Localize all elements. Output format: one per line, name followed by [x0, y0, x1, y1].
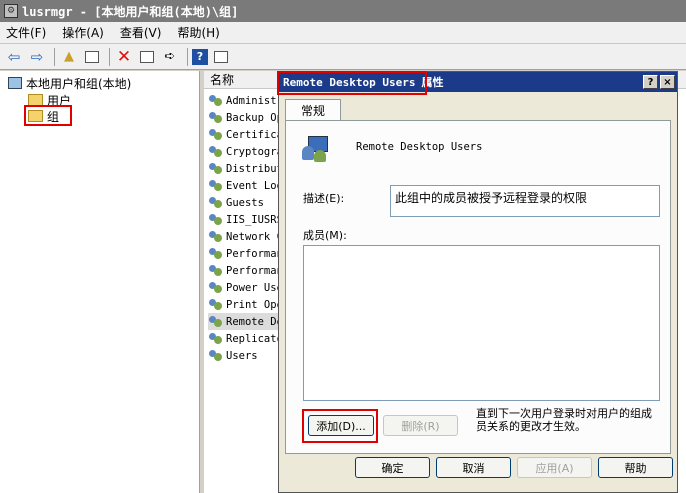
column-header-label: 名称 [210, 73, 235, 87]
dialog-help-button[interactable]: ? [643, 75, 658, 89]
apply-button[interactable]: 应用(A) [517, 457, 592, 478]
properties-dialog: Remote Desktop Users 属性 ? × 常规 Remote De… [277, 71, 678, 493]
list-item[interactable]: Network C [208, 228, 283, 245]
list-item-label: Remote De [226, 315, 283, 328]
list-item-label: Performan [226, 264, 283, 277]
toolbar-separator [54, 47, 55, 66]
group-name-text: Remote Desktop Users [356, 141, 483, 153]
export-icon[interactable]: ➪ [160, 47, 180, 67]
menu-file[interactable]: 文件(F) [6, 24, 46, 41]
group-icon [208, 281, 223, 294]
app-icon: ⚙ [4, 4, 18, 18]
group-icon [208, 315, 223, 328]
list-item-label: Guests [226, 196, 264, 209]
list-item-label: Performan [226, 247, 283, 260]
delete-icon[interactable]: ✕ [114, 47, 134, 67]
toolbar-separator [109, 47, 110, 66]
members-label: 成员(M): [303, 229, 347, 242]
list-item[interactable]: Power Use [208, 279, 283, 296]
list-item-label: Replicato [226, 332, 283, 345]
computer-icon [8, 77, 22, 89]
list-item[interactable]: Replicato [208, 330, 283, 347]
remove-member-button[interactable]: 删除(R) [383, 415, 458, 436]
general-tab-page: Remote Desktop Users 描述(E): 此组中的成员被授予远程登… [285, 120, 671, 454]
forward-arrow-icon[interactable]: ⇨ [27, 47, 47, 67]
group-icon [208, 332, 223, 345]
group-icon [208, 196, 223, 209]
list-item[interactable]: Remote De [208, 313, 283, 330]
group-icon [208, 111, 223, 124]
ok-button[interactable]: 确定 [355, 457, 430, 478]
panel-icon[interactable] [211, 47, 231, 67]
highlight-box-groups [24, 105, 72, 126]
list-item-label: Event Log [226, 179, 283, 192]
properties-icon[interactable] [137, 47, 157, 67]
tab-general[interactable]: 常规 [285, 99, 341, 121]
list-item[interactable]: Event Log [208, 177, 283, 194]
group-icon [208, 349, 223, 362]
list-item-label: IIS_IUSRS [226, 213, 283, 226]
list-item[interactable]: Administr [208, 92, 283, 109]
group-icon [208, 213, 223, 226]
list-item-label: Certifica [226, 128, 283, 141]
help-icon[interactable]: ? [192, 48, 208, 65]
group-icon [208, 179, 223, 192]
menu-view[interactable]: 查看(V) [120, 24, 162, 41]
highlight-box-title [277, 71, 427, 95]
toolbar: ⇦ ⇨ ▲ ✕ ➪ ? [0, 44, 686, 70]
dialog-close-button[interactable]: × [660, 75, 675, 89]
list-item[interactable]: Distribut [208, 160, 283, 177]
cancel-button[interactable]: 取消 [436, 457, 511, 478]
group-icon [208, 298, 223, 311]
list-item[interactable]: Backup Op [208, 109, 283, 126]
members-list[interactable] [303, 245, 660, 401]
list-item-label: Administr [226, 94, 283, 107]
list-item[interactable]: Print Ope [208, 296, 283, 313]
back-arrow-icon[interactable]: ⇦ [4, 47, 24, 67]
group-icon [208, 230, 223, 243]
list-item-label: Print Ope [226, 298, 283, 311]
menu-action[interactable]: 操作(A) [62, 24, 104, 41]
toolbar-separator [187, 47, 188, 66]
menu-bar: 文件(F) 操作(A) 查看(V) 帮助(H) [0, 22, 686, 44]
list-item[interactable]: Certifica [208, 126, 283, 143]
list-item[interactable]: Performan [208, 245, 283, 262]
list-item-label: Network C [226, 230, 283, 243]
list-item[interactable]: Performan [208, 262, 283, 279]
help-button[interactable]: 帮助 [598, 457, 673, 478]
list-item-label: Cryptogra [226, 145, 283, 158]
group-icon [208, 128, 223, 141]
description-label: 描述(E): [303, 192, 345, 205]
window-title: lusrmgr - [本地用户和组(本地)\组] [22, 4, 239, 19]
list-item-label: Power Use [226, 281, 283, 294]
group-icon [208, 264, 223, 277]
tree-pane: 本地用户和组(本地) 用户 组 [0, 71, 200, 493]
group-icon [208, 247, 223, 260]
group-icon [302, 136, 332, 164]
list-item[interactable]: Guests [208, 194, 264, 211]
list-item[interactable]: Users [208, 347, 258, 364]
list-item-label: Backup Op [226, 111, 283, 124]
list-item[interactable]: IIS_IUSRS [208, 211, 283, 228]
menu-help[interactable]: 帮助(H) [177, 24, 219, 41]
description-field[interactable]: 此组中的成员被授予远程登录的权限 [390, 185, 660, 217]
list-item-label: Distribut [226, 162, 283, 175]
up-folder-icon[interactable]: ▲ [59, 47, 79, 67]
tree-root[interactable]: 本地用户和组(本地) [8, 75, 131, 91]
window-titlebar: ⚙ lusrmgr - [本地用户和组(本地)\组] [0, 0, 686, 22]
list-item-label: Users [226, 349, 258, 362]
highlight-box-add [302, 409, 378, 443]
list-item[interactable]: Cryptogra [208, 143, 283, 160]
tree-root-label: 本地用户和组(本地) [26, 76, 132, 91]
group-icon [208, 162, 223, 175]
show-tree-icon[interactable] [82, 47, 102, 67]
membership-note: 直到下一次用户登录时对用户的组成员关系的更改才生效。 [476, 407, 652, 433]
tab-general-label: 常规 [300, 104, 325, 118]
group-icon [208, 145, 223, 158]
group-icon [208, 94, 223, 107]
